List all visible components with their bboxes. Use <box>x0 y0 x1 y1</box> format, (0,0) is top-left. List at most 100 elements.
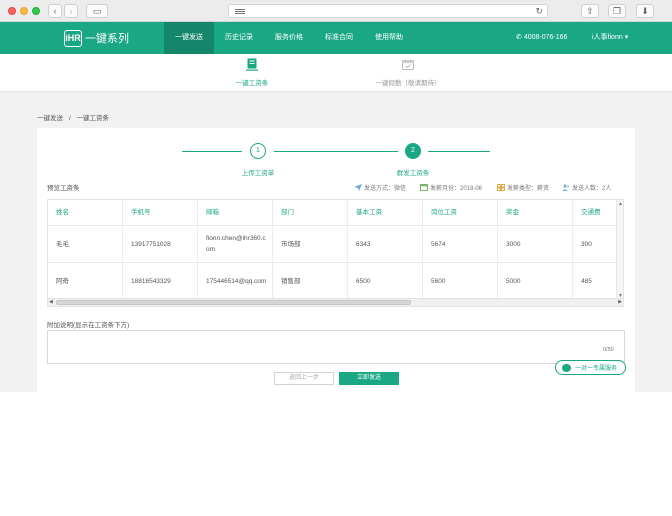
column-header: 部门 <box>273 200 348 225</box>
table-cell: 300 <box>581 240 592 248</box>
send-icon <box>354 184 362 191</box>
tab-attendance-label: 一键假勤（敬请期待） <box>375 80 441 87</box>
nav-item-help[interactable]: 使用帮助 <box>364 22 414 54</box>
table-cell: 阿奇 <box>48 263 123 298</box>
table-cell: 5000 <box>498 263 573 298</box>
column-header: 基本工资 <box>348 200 423 225</box>
calendar-small-icon <box>420 184 428 191</box>
table-cell: 175446514@qq.com <box>198 263 273 298</box>
send-method: 发送方式：微信 <box>354 183 406 192</box>
tab-payslip[interactable]: 一键工资条 <box>224 58 280 87</box>
forward-arrow-icon[interactable]: › <box>64 4 78 18</box>
table-cell: fionn.chen@ihr360.com <box>198 226 273 262</box>
breadcrumb-current: 一键工资条 <box>76 115 109 122</box>
maximize-window-button[interactable] <box>32 7 40 15</box>
table-cell: 5674 <box>423 226 498 262</box>
tab-attendance[interactable]: 一键假勤（敬请期待） <box>366 58 450 87</box>
column-header: 奖金 <box>498 200 573 225</box>
step-2-circle: 2 <box>405 143 421 159</box>
address-bar[interactable]: ↻ <box>228 4 548 18</box>
top-nav: iHR 一键系列 一键发送 历史记录 服务价格 标准合同 使用帮助 ✆ 4008… <box>0 22 672 54</box>
back-arrow-icon[interactable]: ‹ <box>48 4 62 18</box>
table-row: 阿奇 18816543329 175446514@qq.com 销售部 6500… <box>48 263 618 298</box>
pay-month-text: 发薪月份：2018-06 <box>430 186 483 192</box>
sidebar-toggle-icon[interactable]: ▭ <box>86 4 108 18</box>
nav-item-pricing[interactable]: 服务价格 <box>264 22 314 54</box>
recipients-text: 发送人数：2人 <box>572 186 612 192</box>
table-cell: 销售部 <box>273 263 348 298</box>
breadcrumb-parent[interactable]: 一键发送 <box>37 115 63 122</box>
table-cell: 市场部 <box>273 226 348 262</box>
table-cell: 13917751028 <box>123 226 198 262</box>
chat-icon <box>562 363 571 372</box>
phone-icon: ✆ <box>516 34 522 41</box>
pay-month: 发薪月份：2018-06 <box>420 183 482 192</box>
reload-icon[interactable]: ↻ <box>535 5 543 17</box>
table-cell: 5600 <box>423 263 498 298</box>
service-label: 一对一专属服务 <box>575 366 618 372</box>
nav-item-history[interactable]: 历史记录 <box>214 22 264 54</box>
download-icon[interactable]: ⬇ <box>636 4 654 18</box>
horizontal-scrollbar[interactable]: ◀ ▶ <box>47 299 624 307</box>
minimize-window-button[interactable] <box>20 7 28 15</box>
sub-nav: 一键工资条 一键假勤（敬请期待） <box>0 54 672 92</box>
phone-number: ✆ 4008-076-166 <box>516 22 567 54</box>
note-label: 附加说明(显示在工资条下方) <box>47 322 130 329</box>
payslip-icon <box>246 58 258 71</box>
user-menu[interactable]: i人事fionn ▾ <box>592 22 628 54</box>
logo[interactable]: iHR 一键系列 <box>64 29 129 47</box>
payslip-table: 姓名 手机号 邮箱 部门 基本工资 岗位工资 奖金 交通费 毛毛 1391775… <box>47 199 624 299</box>
users-icon <box>562 184 570 191</box>
share-icon[interactable]: ⇧ <box>581 4 599 18</box>
note-textarea[interactable] <box>47 330 625 364</box>
nav-item-send[interactable]: 一键发送 <box>164 22 214 54</box>
table-cell: 毛毛 <box>48 226 123 262</box>
scroll-up-icon[interactable]: ▲ <box>618 201 623 207</box>
breadcrumb-separator: / <box>68 115 71 122</box>
column-header: 手机号 <box>123 200 198 225</box>
logo-text: 一键系列 <box>85 33 129 45</box>
column-header: 邮箱 <box>198 200 273 225</box>
grid-icon <box>497 184 505 191</box>
table-cell: 6343 <box>348 226 423 262</box>
service-button[interactable]: 一对一专属服务 <box>555 360 626 375</box>
scroll-left-icon[interactable]: ◀ <box>49 299 53 306</box>
close-window-button[interactable] <box>8 7 16 15</box>
send-now-button[interactable]: 立即发送 <box>339 372 399 385</box>
logo-mark: iHR <box>64 29 82 47</box>
tab-payslip-label: 一键工资条 <box>235 80 269 87</box>
table-row: 毛毛 13917751028 fionn.chen@ihr360.com 市场部… <box>48 226 618 263</box>
column-header: 岗位工资 <box>423 200 498 225</box>
vertical-scrollbar[interactable]: ▲ ▼ <box>616 200 623 298</box>
recipients: 发送人数：2人 <box>562 183 611 192</box>
step-2-label: 群发工资条 <box>396 170 430 177</box>
pay-type: 发薪类型：薪资 <box>497 183 549 192</box>
scroll-right-icon[interactable]: ▶ <box>618 299 622 306</box>
reader-icon[interactable] <box>235 9 245 14</box>
back-button[interactable]: 返回上一步 <box>274 372 334 385</box>
step-line-middle <box>274 151 398 152</box>
pay-type-text: 发薪类型：薪资 <box>507 186 550 192</box>
step-line-right <box>428 151 490 152</box>
step-1-circle: 1 <box>250 143 266 159</box>
preview-title: 预览工资条 <box>47 185 80 192</box>
chevron-down-icon: ▾ <box>624 34 629 41</box>
table-cell: 18816543329 <box>123 263 198 298</box>
tabs-icon[interactable]: ❐ <box>608 4 626 18</box>
scrollbar-thumb[interactable] <box>56 300 411 305</box>
phone-text: 4008-076-166 <box>523 34 568 41</box>
step-line-left <box>182 151 242 152</box>
note-char-count: 0/50 <box>603 347 614 353</box>
table-cell: 3000 <box>498 226 573 262</box>
browser-toolbar: ‹ › ▭ ↻ ⇧ ❐ ⬇ <box>0 0 672 22</box>
table-header-row: 姓名 手机号 邮箱 部门 基本工资 岗位工资 奖金 交通费 <box>48 200 618 226</box>
calendar-icon <box>402 60 414 70</box>
user-name: i人事fionn <box>592 34 623 41</box>
table-cell: 6500 <box>348 263 423 298</box>
table-cell: 485 <box>581 277 592 285</box>
step-1-label: 上传工资单 <box>241 170 275 177</box>
send-method-text: 发送方式：微信 <box>364 186 407 192</box>
nav-item-contract[interactable]: 标准合同 <box>314 22 364 54</box>
column-header: 姓名 <box>48 200 123 225</box>
column-header: 交通费 <box>581 209 601 216</box>
